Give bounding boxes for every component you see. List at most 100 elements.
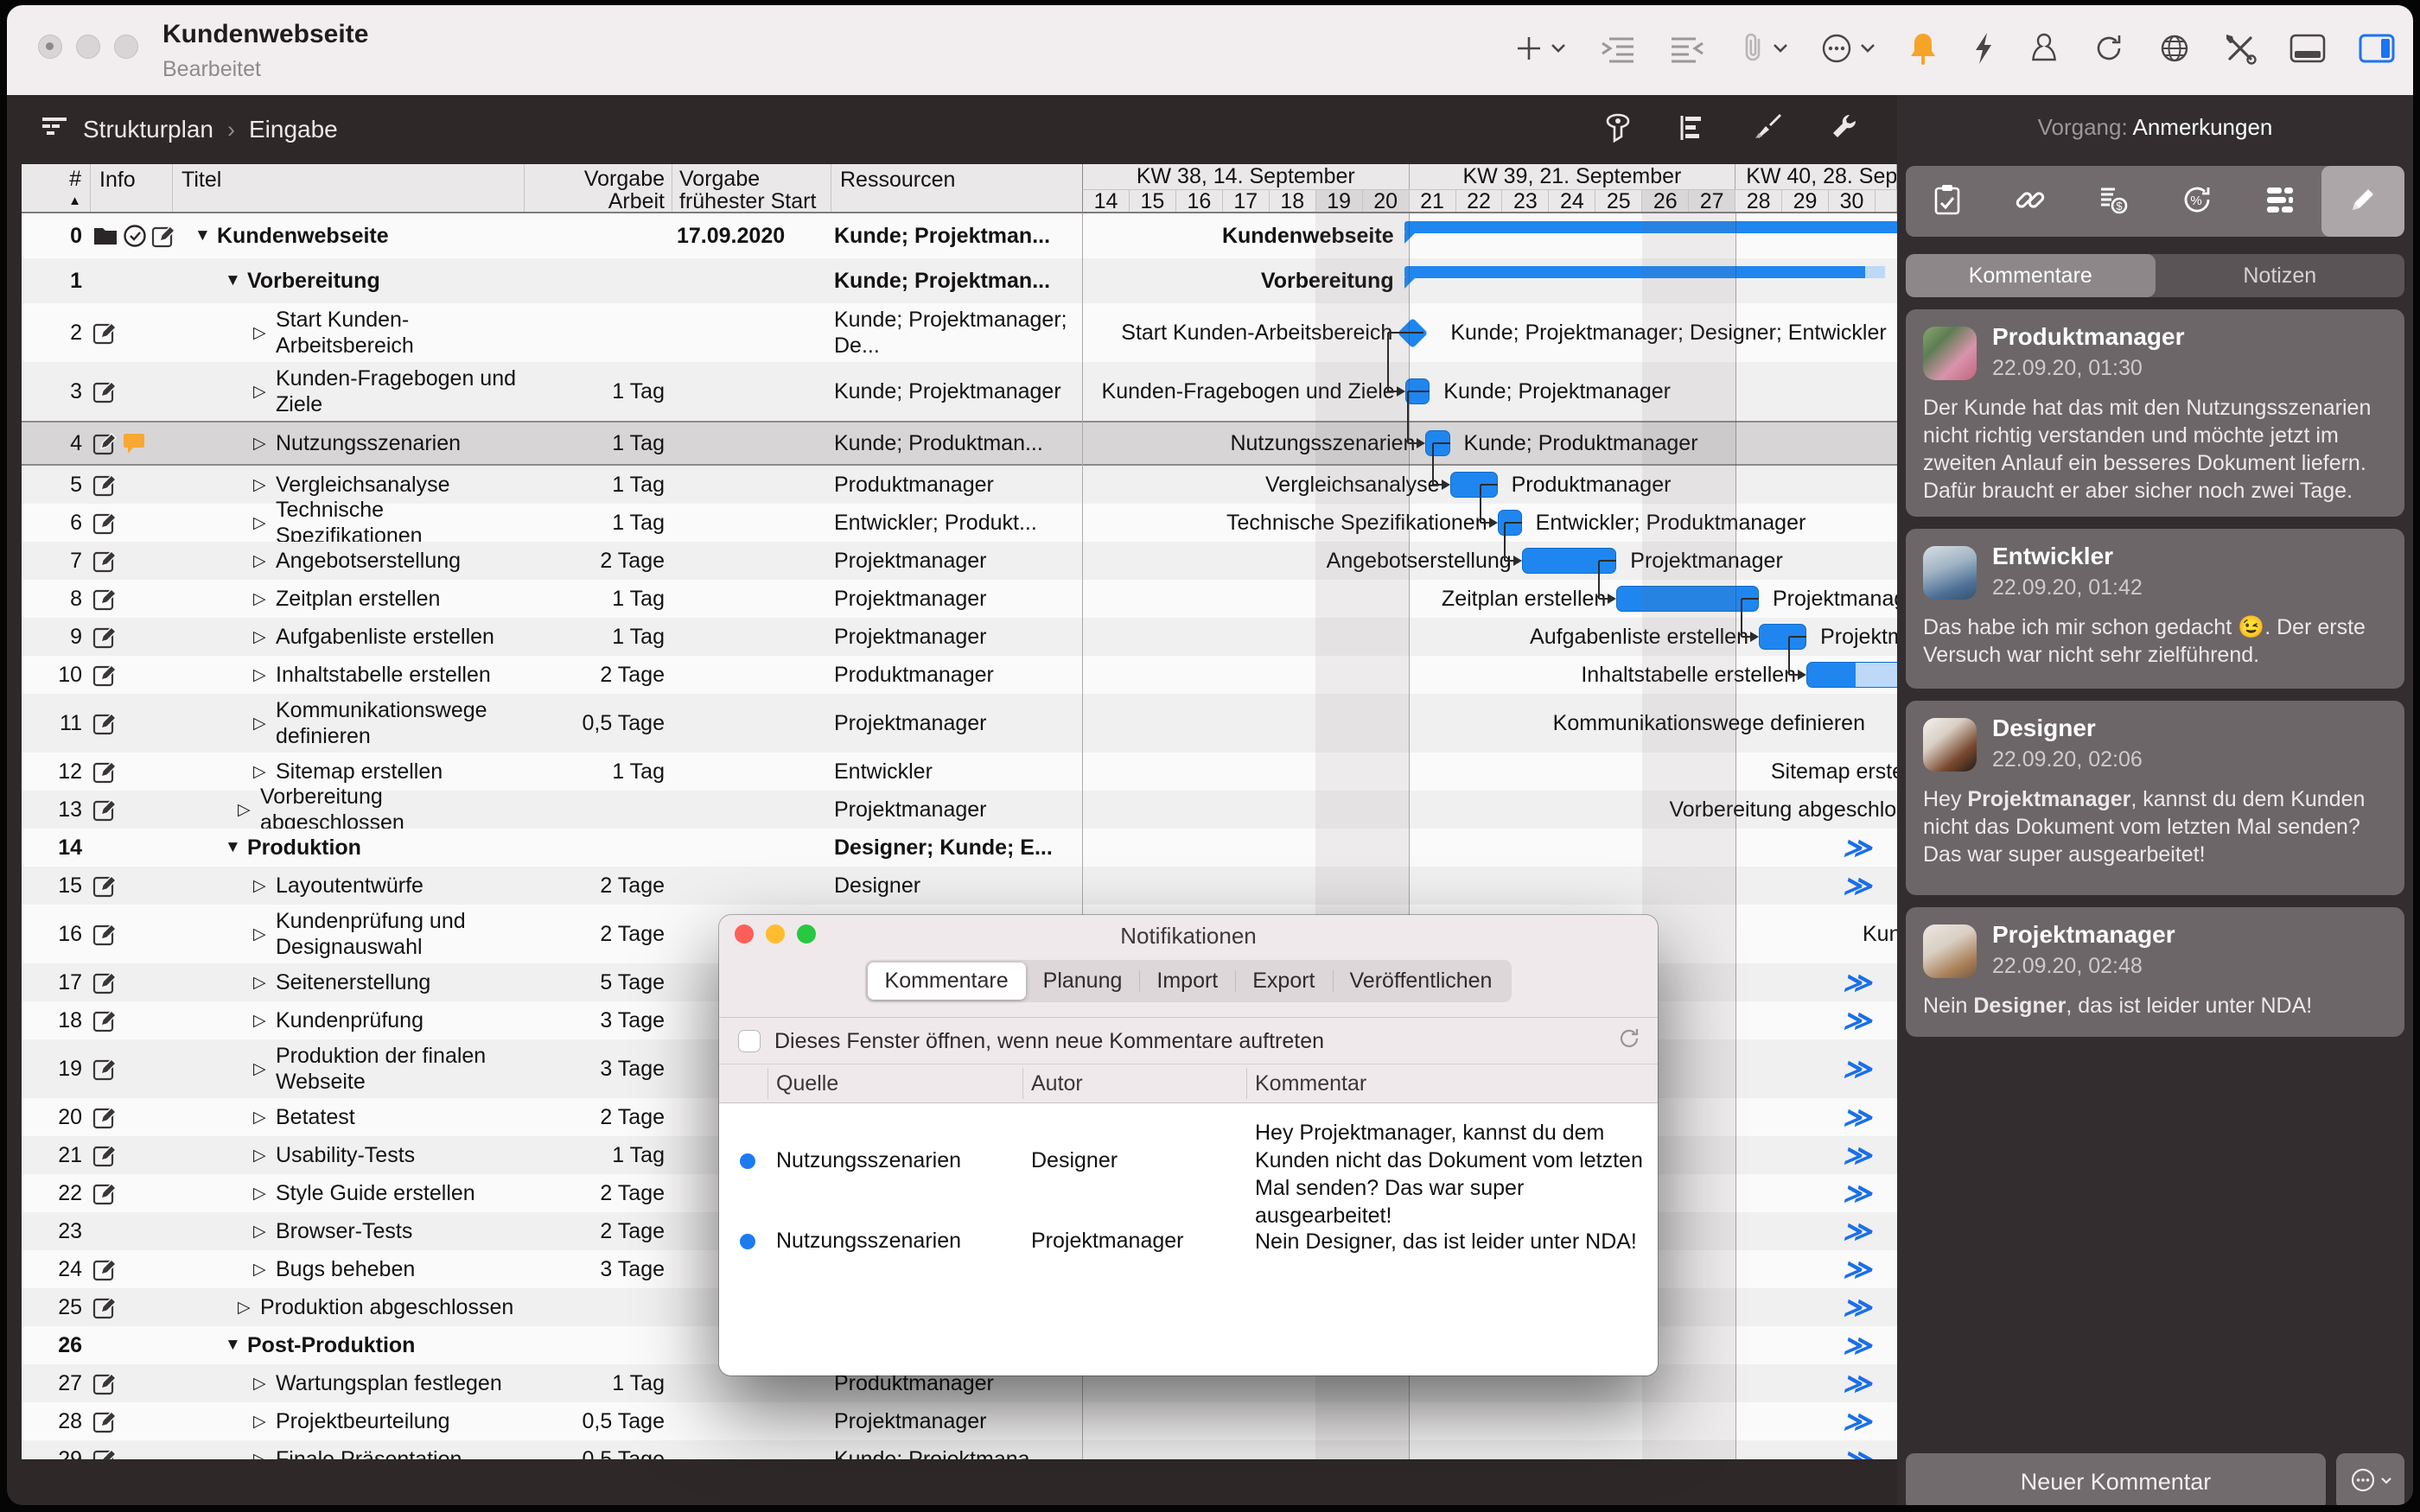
notif-tab-planung[interactable]: Planung [1026,962,1140,1000]
table-row[interactable]: 2▷Start Kunden-ArbeitsbereichKunde; Proj… [22,303,1897,362]
disclosure-triangle[interactable]: ▷ [253,421,276,466]
column-header-num[interactable]: #▲ [22,164,90,212]
column-header-title[interactable]: Titel [172,164,524,212]
comment-card[interactable]: Produktmanager22.09.20, 01:30Der Kunde h… [1906,309,2404,517]
disclosure-triangle[interactable]: ▷ [253,1039,276,1098]
indent-button[interactable] [1597,33,1637,68]
zoom-button[interactable] [114,35,138,59]
disclosure-triangle[interactable]: ▷ [253,303,276,362]
comment-options-button[interactable] [2336,1453,2404,1505]
gantt-overflow-marker[interactable]: ≫ [1843,1326,1868,1364]
disclosure-triangle[interactable]: ▷ [253,1250,276,1288]
disclosure-triangle[interactable]: ▷ [253,905,276,963]
column-header-info[interactable]: Info [90,164,172,212]
disclosure-triangle[interactable]: ▼ [225,1326,247,1364]
column-header-kommentar[interactable]: Kommentar [1255,1071,1366,1096]
wrench-button[interactable] [1828,112,1859,148]
table-row[interactable]: 3▷Kunden-Fragebogen und Ziele1 TagKunde;… [22,362,1897,421]
disclosure-triangle[interactable]: ▷ [253,618,276,656]
gantt-overflow-marker[interactable]: ≫ [1843,1250,1868,1288]
disclosure-triangle[interactable]: ▷ [253,542,276,580]
filter-button[interactable] [1603,112,1633,148]
notif-tab-import[interactable]: Import [1139,962,1235,1000]
gantt-overflow-marker[interactable]: ≫ [1843,1098,1868,1136]
notif-tab-export[interactable]: Export [1235,962,1332,1000]
gantt-task-bar[interactable] [1616,586,1759,612]
disclosure-triangle[interactable]: ▷ [253,963,276,1001]
close-button[interactable] [38,35,62,59]
annotation-tab-kommentare[interactable]: Kommentare [1906,254,2156,297]
style-brush-button[interactable] [1752,112,1783,148]
tab-links[interactable] [1989,166,2072,237]
gantt-overflow-marker[interactable]: ≫ [1843,1039,1868,1098]
gantt-task-bar[interactable] [1405,378,1430,404]
gantt-milestone[interactable] [1398,317,1428,347]
table-row[interactable]: 1▼VorbereitungKunde; Projektman...Vorber… [22,258,1897,303]
settings-tools-button[interactable] [2223,31,2258,70]
gantt-summary-bar[interactable] [1404,266,1885,278]
gantt-overflow-marker[interactable]: ≫ [1843,1402,1868,1440]
table-row[interactable]: 13▷Vorbereitung abgeschlossenProjektmana… [22,791,1897,829]
gantt-overflow-marker[interactable]: ≫ [1843,1288,1868,1326]
add-button[interactable] [1513,33,1566,68]
disclosure-triangle[interactable]: ▷ [253,504,276,542]
column-header-autor[interactable]: Autor [1031,1071,1083,1096]
disclosure-triangle[interactable]: ▷ [253,694,276,753]
disclosure-triangle[interactable]: ▷ [253,656,276,694]
tab-finances[interactable]: $ [2072,166,2155,237]
gantt-overflow-marker[interactable]: ≫ [1843,1364,1868,1402]
disclosure-triangle[interactable]: ▷ [253,1440,276,1459]
outline-button[interactable] [1678,113,1707,147]
bottom-panel-toggle[interactable] [2289,33,2327,68]
gantt-summary-bar[interactable] [1404,221,1897,233]
disclosure-triangle[interactable]: ▷ [253,1212,276,1250]
gantt-overflow-marker[interactable]: ≫ [1843,1174,1868,1212]
disclosure-triangle[interactable]: ▷ [238,1288,260,1326]
minimize-button[interactable] [76,35,100,59]
gantt-overflow-marker[interactable]: ≫ [1843,829,1868,867]
notification-row[interactable]: NutzungsszenarienDesignerHey Projektmana… [719,1103,1658,1219]
table-row[interactable]: 14▼ProduktionDesigner; Kunde; E...≫ [22,829,1897,867]
gantt-overflow-marker[interactable]: ≫ [1843,963,1868,1001]
gantt-task-bar[interactable] [1759,624,1806,650]
gantt-task-bar[interactable] [1450,472,1498,498]
gantt-overflow-marker[interactable]: ≫ [1843,867,1868,905]
disclosure-triangle[interactable]: ▷ [253,1364,276,1402]
table-row[interactable]: 29▷Finale Präsentation0,5 TageKunde; Pro… [22,1440,1897,1459]
breadcrumb-root[interactable]: Strukturplan [83,116,213,143]
notif-tab-veröffentlichen[interactable]: Veröffentlichen [1333,962,1510,1000]
gantt-overflow-marker[interactable]: ≫ [1843,1136,1868,1174]
resources-button[interactable] [2028,31,2060,70]
gantt-task-bar[interactable] [1498,510,1522,536]
table-row[interactable]: 0▼Kundenwebseite17.09.2020Kunde; Projekt… [22,213,1897,258]
table-row[interactable]: 7▷Angebotserstellung2 TageProjektmanager… [22,542,1897,580]
column-header-work[interactable]: VorgabeArbeit [524,164,672,212]
tab-task-info[interactable] [1906,166,1989,237]
disclosure-triangle[interactable]: ▷ [253,466,276,504]
table-row[interactable]: 9▷Aufgabenliste erstellen1 TagProjektman… [22,618,1897,656]
tab-segments[interactable] [2238,166,2321,237]
outdent-button[interactable] [1668,33,1708,68]
gantt-task-bar[interactable] [1522,548,1617,574]
network-button[interactable] [2157,31,2192,70]
disclosure-triangle[interactable]: ▷ [238,791,260,829]
tab-progress[interactable]: % [2156,166,2238,237]
annotation-tab-notizen[interactable]: Notizen [2156,254,2405,297]
open-on-new-comments-checkbox[interactable] [738,1030,761,1052]
refresh-icon[interactable] [1616,1026,1642,1056]
sync-button[interactable] [2092,31,2126,70]
gantt-task-bar[interactable] [1806,662,1897,688]
disclosure-triangle[interactable]: ▷ [253,1001,276,1039]
tab-annotations[interactable] [2321,166,2404,237]
automation-button[interactable] [1971,31,1996,70]
breadcrumb-current[interactable]: Eingabe [249,116,338,143]
comment-card[interactable]: Projektmanager22.09.20, 02:48Nein Design… [1906,907,2404,1037]
breadcrumb[interactable]: Strukturplan › Eingabe [40,95,338,164]
comment-card[interactable]: Designer22.09.20, 02:06Hey Projektmanage… [1906,701,2404,895]
gantt-overflow-marker[interactable]: ≫ [1843,1212,1868,1250]
table-row[interactable]: 28▷Projektbeurteilung0,5 TageProjektmana… [22,1402,1897,1440]
disclosure-triangle[interactable]: ▷ [253,362,276,421]
comment-card[interactable]: Entwickler22.09.20, 01:42Das habe ich mi… [1906,529,2404,689]
disclosure-triangle[interactable]: ▼ [225,258,247,303]
table-row[interactable]: 15▷Layoutentwürfe2 TageDesigner≫ [22,867,1897,905]
